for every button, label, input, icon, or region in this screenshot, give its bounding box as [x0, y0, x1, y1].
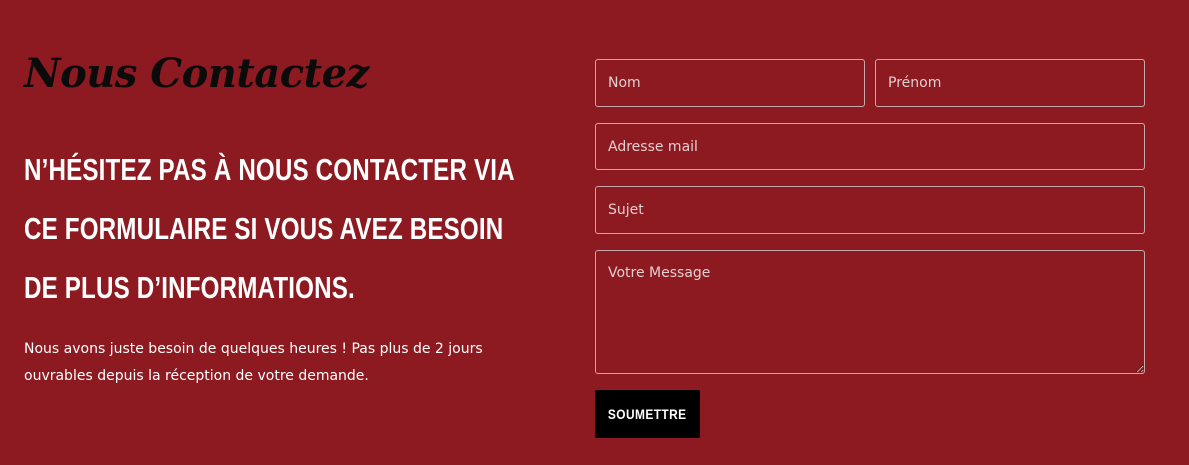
- subject-input[interactable]: [595, 186, 1145, 234]
- submit-button[interactable]: SOUMETTRE: [595, 390, 700, 438]
- contact-description: Nous avons juste besoin de quelques heur…: [24, 341, 483, 384]
- contact-title: Nous Contactez: [24, 50, 369, 97]
- contact-headline: N’hésitez pas à nous contacter via ce fo…: [24, 152, 514, 305]
- nom-input[interactable]: [595, 59, 865, 107]
- email-input[interactable]: [595, 123, 1145, 170]
- prenom-input[interactable]: [875, 59, 1145, 107]
- submit-button-label: SOUMETTRE: [608, 406, 687, 422]
- message-textarea[interactable]: [595, 250, 1145, 374]
